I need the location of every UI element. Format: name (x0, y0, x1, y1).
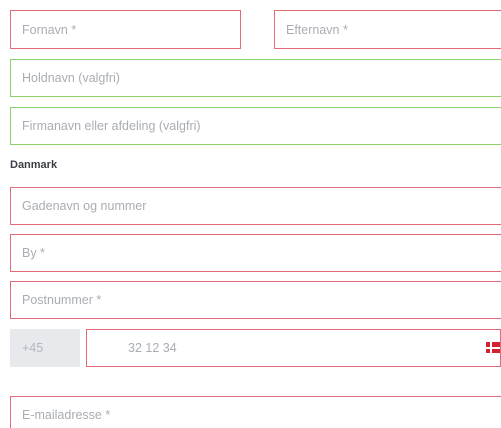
team-name-placeholder: Holdnavn (valgfri) (22, 71, 120, 85)
city-input[interactable]: By * (10, 234, 501, 272)
company-input[interactable]: Firmanavn eller afdeling (valgfri) (10, 107, 501, 145)
city-placeholder: By * (22, 246, 45, 260)
last-name-input[interactable]: Efternavn * (274, 10, 501, 49)
team-name-input[interactable]: Holdnavn (valgfri) (10, 59, 501, 97)
email-input[interactable]: E-mailadresse * (10, 396, 501, 428)
email-placeholder: E-mailadresse * (22, 408, 111, 422)
postal-code-placeholder: Postnummer * (22, 293, 102, 307)
first-name-input[interactable]: Fornavn * (10, 10, 241, 49)
street-input[interactable]: Gadenavn og nummer (10, 187, 501, 225)
phone-input[interactable]: 32 12 34 (86, 329, 501, 367)
postal-code-input[interactable]: Postnummer * (10, 281, 501, 319)
denmark-flag-icon (486, 342, 500, 353)
phone-placeholder: 32 12 34 (128, 341, 177, 355)
first-name-placeholder: Fornavn * (22, 22, 77, 37)
phone-country-code[interactable]: +45 (10, 329, 80, 367)
street-placeholder: Gadenavn og nummer (22, 199, 147, 213)
company-placeholder: Firmanavn eller afdeling (valgfri) (22, 119, 201, 133)
last-name-placeholder: Efternavn * (286, 22, 348, 37)
country-label: Danmark (10, 159, 58, 171)
checkout-form: Fornavn * Efternavn * Holdnavn (valgfri)… (0, 0, 501, 428)
